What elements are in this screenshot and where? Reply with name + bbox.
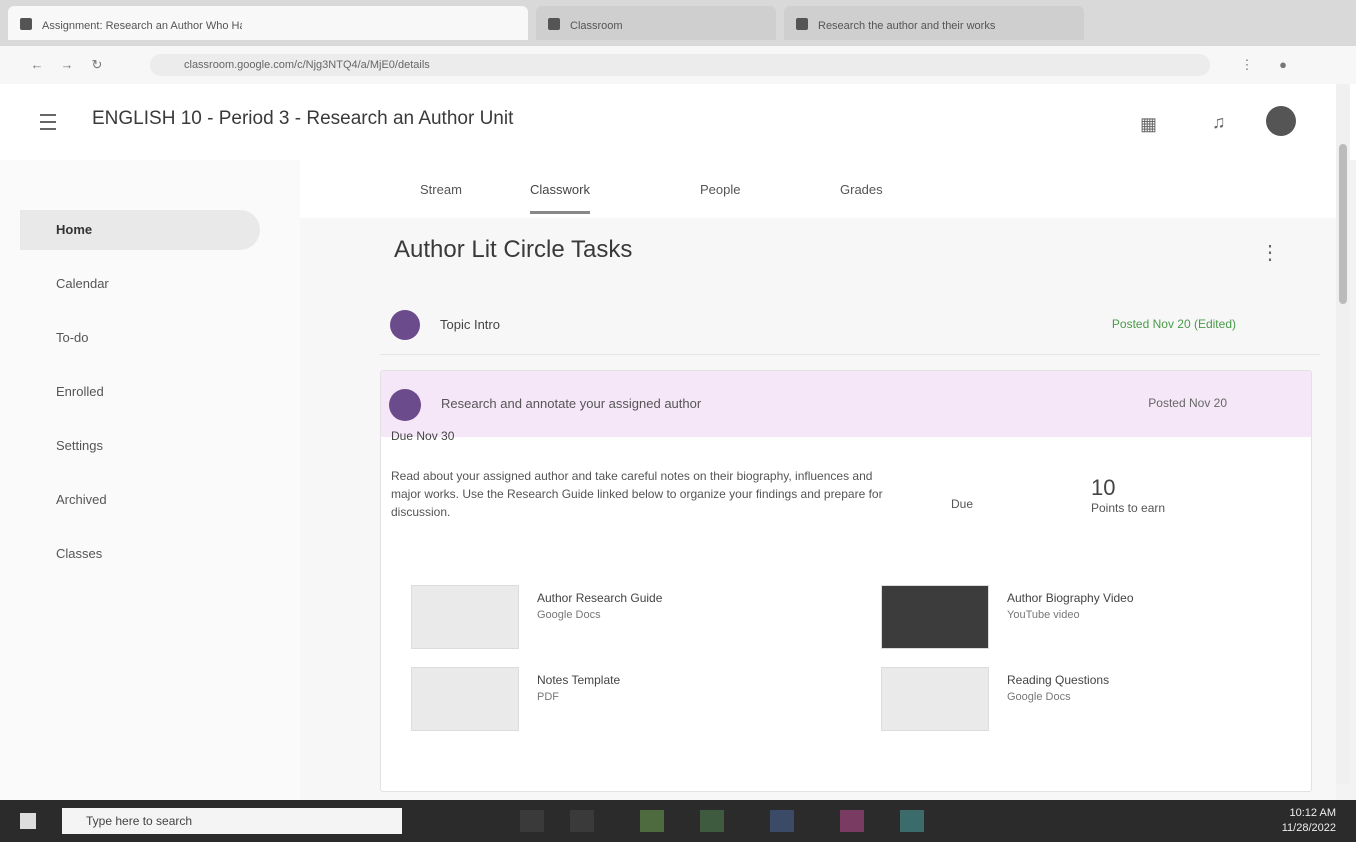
assignment-icon xyxy=(390,310,420,340)
attachment-title: Notes Template xyxy=(537,673,621,687)
list-item[interactable]: Topic Intro Posted Nov 20 (Edited) xyxy=(380,298,1320,355)
taskbar-clock[interactable]: 10:12 AM 11/28/2022 xyxy=(1282,806,1336,836)
section-title: Author Lit Circle Tasks xyxy=(394,236,633,263)
scrollbar-thumb[interactable] xyxy=(1339,144,1347,304)
sidebar: Home Calendar To-do Enrolled Settings Ar… xyxy=(0,160,301,800)
attachment-title: Author Biography Video xyxy=(1007,591,1134,605)
start-icon[interactable] xyxy=(20,813,36,829)
assignment-icon xyxy=(389,389,421,421)
assignment-card: Research and annotate your assigned auth… xyxy=(380,370,1312,792)
browser-tab-active[interactable]: Assignment: Research an Author Who Has I… xyxy=(8,6,528,40)
due-date: Due Nov 30 xyxy=(391,429,455,443)
clock-date: 11/28/2022 xyxy=(1281,822,1336,834)
browser-tab-strip: Assignment: Research an Author Who Has I… xyxy=(0,0,1356,46)
sidebar-item-home[interactable]: Home xyxy=(20,210,260,250)
item-date: Posted Nov 20 (Edited) xyxy=(1111,317,1236,331)
main-content: Author Lit Circle Tasks ⋮ Topic Intro Po… xyxy=(300,218,1336,800)
attachment-thumbnail xyxy=(881,667,989,731)
apps-icon[interactable]: ▦ xyxy=(1140,114,1157,135)
item-title: Topic Intro xyxy=(440,317,500,332)
profile-icon[interactable]: ● xyxy=(1276,58,1290,72)
tab-classwork[interactable]: Classwork xyxy=(530,182,590,214)
sidebar-item-classes[interactable]: Classes xyxy=(20,534,260,574)
attachment[interactable]: Author Research Guide Google Docs xyxy=(391,585,771,649)
taskbar-search-placeholder: Type here to search xyxy=(86,814,193,828)
avatar[interactable] xyxy=(1266,106,1296,136)
attachment-title: Reading Questions xyxy=(1007,673,1110,687)
assignment-title: Research and annotate your assigned auth… xyxy=(441,396,702,411)
attachment-thumbnail xyxy=(411,585,519,649)
bell-icon[interactable]: ♫ xyxy=(1212,112,1226,133)
sidebar-item-todo[interactable]: To-do xyxy=(20,318,260,358)
url-field[interactable]: classroom.google.com/c/Njg3NTQ4/a/MjE0/d… xyxy=(150,54,1210,76)
extensions-icon[interactable]: ⋮ xyxy=(1240,58,1254,72)
points-value: 10 xyxy=(1091,475,1116,500)
tab-title: Classroom xyxy=(570,20,623,32)
task-view-icon[interactable] xyxy=(520,810,544,832)
sidebar-item-settings[interactable]: Settings xyxy=(20,426,260,466)
sidebar-item-calendar[interactable]: Calendar xyxy=(20,264,260,304)
assignment-header[interactable]: Research and annotate your assigned auth… xyxy=(381,371,1311,437)
attachment[interactable]: Author Biography Video YouTube video xyxy=(861,585,1241,649)
tab-people[interactable]: People xyxy=(700,182,740,197)
tab-stream[interactable]: Stream xyxy=(420,182,462,197)
address-bar: ← → ↻ classroom.google.com/c/Njg3NTQ4/a/… xyxy=(0,46,1356,85)
tab-title: Assignment: Research an Author Who Has I… xyxy=(42,20,242,32)
attachment-type: Google Docs xyxy=(1007,691,1071,703)
assignment-stats: Due 10 Points to earn xyxy=(941,467,1271,527)
files-icon[interactable] xyxy=(640,810,664,832)
chrome-icon[interactable] xyxy=(900,810,924,832)
favicon-icon xyxy=(20,18,32,30)
page-scrollbar[interactable] xyxy=(1336,84,1350,784)
mail-icon[interactable] xyxy=(770,810,794,832)
back-icon[interactable]: ← xyxy=(30,58,44,72)
more-options-icon[interactable]: ⋮ xyxy=(1260,240,1280,265)
favicon-icon xyxy=(548,18,560,30)
assignment-description: Read about your assigned author and take… xyxy=(391,469,883,519)
class-title: ENGLISH 10 - Period 3 - Research an Auth… xyxy=(92,108,514,129)
assignment-date: Posted Nov 20 xyxy=(1148,396,1227,410)
attachment[interactable]: Notes Template PDF xyxy=(391,667,771,731)
reload-icon[interactable]: ↻ xyxy=(90,58,104,72)
app-bar: ENGLISH 10 - Period 3 - Research an Auth… xyxy=(0,84,1356,160)
attachment[interactable]: Reading Questions Google Docs xyxy=(861,667,1241,731)
edge-icon[interactable] xyxy=(570,810,594,832)
attachment-title: Author Research Guide xyxy=(537,591,663,605)
taskbar: Type here to search 10:12 AM 11/28/2022 xyxy=(0,800,1356,842)
clock-time: 10:12 AM xyxy=(1289,807,1336,819)
sidebar-item-enrolled[interactable]: Enrolled xyxy=(20,372,260,412)
photos-icon[interactable] xyxy=(840,810,864,832)
attachment-type: Google Docs xyxy=(537,609,601,621)
url-text: classroom.google.com/c/Njg3NTQ4/a/MjE0/d… xyxy=(184,59,430,71)
due-label: Due xyxy=(951,497,974,511)
taskbar-search[interactable]: Type here to search xyxy=(62,808,402,834)
forward-icon[interactable]: → xyxy=(60,58,74,72)
store-icon[interactable] xyxy=(700,810,724,832)
browser-tab[interactable]: Research the author and their works xyxy=(784,6,1084,40)
attachment-type: YouTube video xyxy=(1007,609,1080,621)
browser-tab[interactable]: Classroom xyxy=(536,6,776,40)
menu-icon[interactable] xyxy=(40,114,56,130)
tab-grades[interactable]: Grades xyxy=(840,182,883,197)
sidebar-item-archived[interactable]: Archived xyxy=(20,480,260,520)
attachment-type: PDF xyxy=(537,691,559,703)
video-thumbnail xyxy=(881,585,989,649)
favicon-icon xyxy=(796,18,808,30)
tab-title: Research the author and their works xyxy=(818,20,996,32)
points-label: Points to earn xyxy=(1091,501,1166,515)
class-tabs: Stream Classwork People Grades xyxy=(300,160,1336,219)
attachment-thumbnail xyxy=(411,667,519,731)
